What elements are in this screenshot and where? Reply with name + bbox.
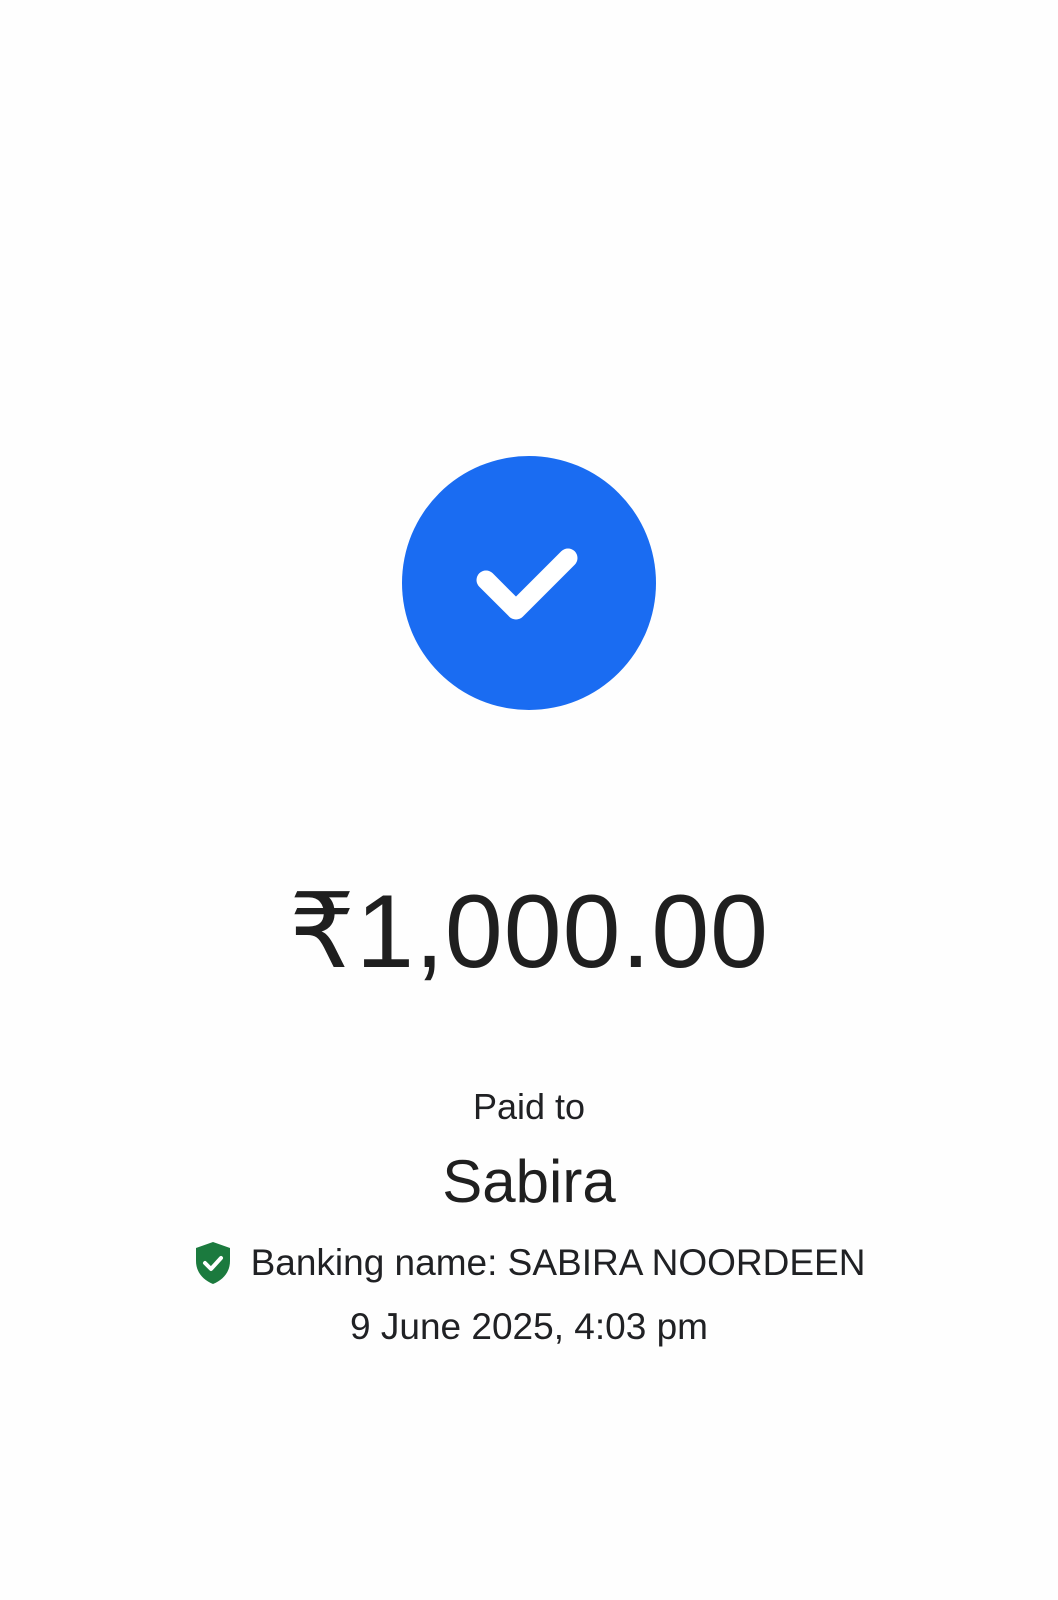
payment-success-screen: ₹1,000.00 Paid to Sabira Banking name: S… [0,0,1058,1600]
checkmark-icon [476,548,578,620]
verified-shield-icon [195,1242,230,1284]
success-check-icon [402,456,656,710]
payee-name: Sabira [442,1148,616,1215]
payment-amount: ₹1,000.00 [289,874,769,990]
payment-timestamp: 9 June 2025, 4:03 pm [350,1306,708,1347]
paid-to-label: Paid to [472,1086,586,1127]
banking-name-row: Banking name: SABIRA NOORDEEN [0,1240,1058,1286]
banking-name-text: Banking name: SABIRA NOORDEEN [250,1242,866,1283]
